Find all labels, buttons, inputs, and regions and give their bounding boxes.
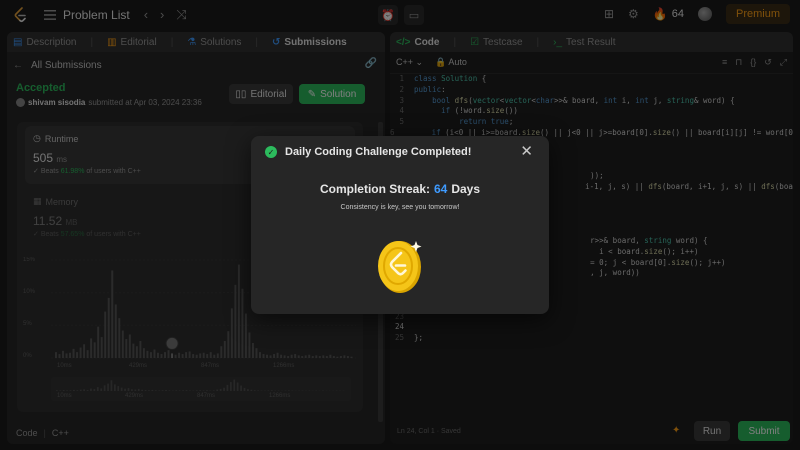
completion-streak: Completion Streak: 64 Days <box>319 182 481 196</box>
close-icon[interactable]: ✕ <box>520 144 533 159</box>
modal-title: ✓ Daily Coding Challenge Completed! <box>265 146 471 158</box>
gold-coin-icon <box>378 241 422 293</box>
check-circle-icon: ✓ <box>265 146 277 158</box>
daily-challenge-modal: ✓ Daily Coding Challenge Completed! ✕ Co… <box>251 136 549 314</box>
modal-tagline: Consistency is key, see you tomorrow! <box>340 204 460 211</box>
streak-days-value: 64 <box>433 182 448 196</box>
